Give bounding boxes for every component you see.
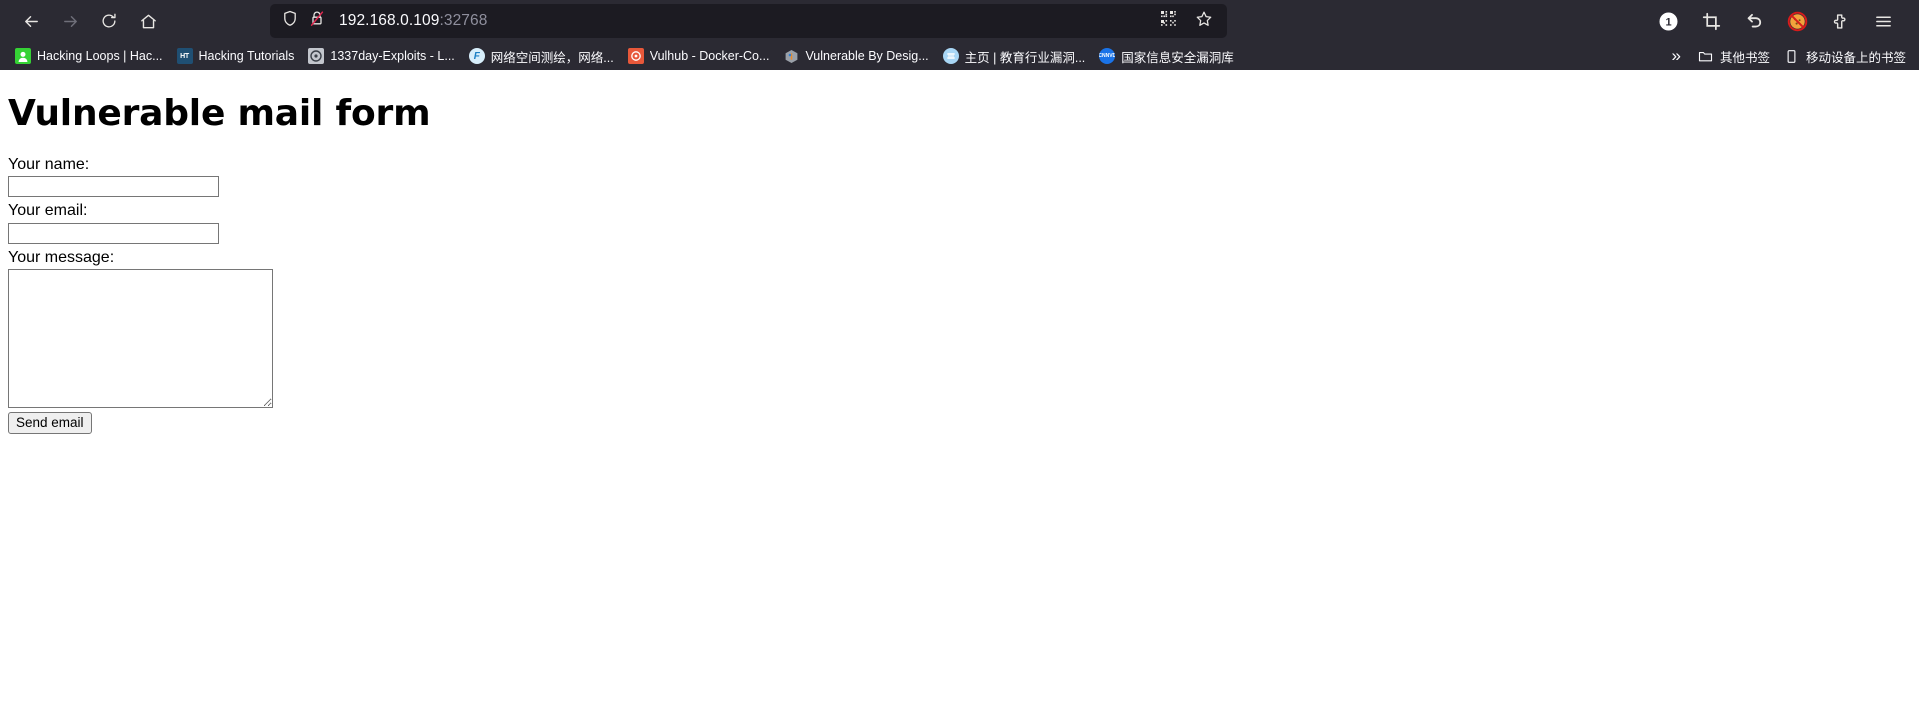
vulhub-favicon-icon: [627, 48, 644, 64]
extensions-button[interactable]: [1823, 4, 1857, 38]
account-badge-button[interactable]: 1: [1651, 4, 1685, 38]
star-icon: [1195, 10, 1213, 33]
bookmark-folder-mobile[interactable]: 移动设备上的书签: [1777, 44, 1913, 69]
url-text[interactable]: 192.168.0.109:32768: [339, 12, 1153, 30]
reload-icon: [100, 12, 118, 30]
page-content: Vulnerable mail form Your name: Your ema…: [0, 70, 1919, 722]
bookmarks-bar: Hacking Loops | Hac... HT Hacking Tutori…: [0, 42, 1919, 70]
bookmark-star-button[interactable]: [1189, 6, 1219, 36]
qr-code-icon: [1160, 10, 1177, 32]
mail-form: Your name: Your email: Your message: Sen…: [8, 156, 1911, 435]
hacking-loops-favicon-icon: [15, 48, 31, 64]
extensions-puzzle-icon: [1831, 12, 1850, 31]
message-label: Your message:: [8, 248, 115, 266]
edu-vuln-favicon-icon: [942, 48, 959, 64]
navigation-toolbar: 192.168.0.109:32768 1: [0, 0, 1919, 42]
hamburger-menu-icon: [1874, 12, 1893, 31]
home-icon: [139, 12, 158, 31]
bookmark-label: 国家信息安全漏洞库: [1121, 50, 1234, 65]
back-arrow-icon: [22, 12, 41, 31]
url-bar[interactable]: 192.168.0.109:32768: [270, 4, 1227, 38]
forward-arrow-icon: [61, 12, 80, 31]
toolbar-right-icons: 1: [1651, 4, 1905, 38]
bookmark-1337day[interactable]: 1337day-Exploits - L...: [301, 45, 461, 67]
cnnvd-favicon-icon: CNNVD: [1099, 48, 1116, 64]
bookmark-label: Vulnerable By Desig...: [805, 49, 929, 63]
no-cookie-icon: [1787, 11, 1808, 32]
name-input[interactable]: [8, 176, 219, 198]
bookmark-label: Hacking Tutorials: [198, 49, 295, 63]
undo-arrow-icon: [1745, 12, 1764, 31]
back-button[interactable]: [14, 4, 48, 38]
bookmark-cnnvd[interactable]: CNNVD 国家信息安全漏洞库: [1092, 44, 1241, 69]
insecure-lock-icon[interactable]: [309, 10, 325, 32]
shield-icon[interactable]: [282, 10, 298, 32]
reload-button[interactable]: [92, 4, 126, 38]
bookmark-hacking-loops[interactable]: Hacking Loops | Hac...: [8, 45, 170, 67]
urlbar-identity-box[interactable]: [282, 10, 325, 32]
urlbar-actions: [1153, 6, 1219, 36]
bookmark-label: 网络空间测绘，网络...: [490, 50, 614, 65]
bookmarks-overflow-button[interactable]: »: [1662, 46, 1691, 66]
bookmark-label: 移动设备上的书签: [1805, 50, 1906, 65]
crop-icon: [1702, 12, 1721, 31]
mobile-icon: [1784, 48, 1800, 64]
bookmark-folder-other[interactable]: 其他书签: [1691, 44, 1777, 69]
screenshot-button[interactable]: [1694, 4, 1728, 38]
send-email-button[interactable]: Send email: [8, 412, 92, 435]
home-button[interactable]: [131, 4, 165, 38]
undo-button[interactable]: [1737, 4, 1771, 38]
bookmark-label: 1337day-Exploits - L...: [330, 49, 455, 63]
name-label: Your name:: [8, 156, 90, 173]
message-textarea[interactable]: [8, 269, 273, 409]
bookmark-label: 其他书签: [1719, 50, 1770, 65]
email-label: Your email:: [8, 202, 88, 220]
bookmark-vulhub[interactable]: Vulhub - Docker-Co...: [621, 45, 777, 67]
bookmark-hacking-tutorials[interactable]: HT Hacking Tutorials: [170, 45, 302, 67]
browser-chrome: 192.168.0.109:32768 1 Hacking Loops | Ha…: [0, 0, 1919, 70]
email-input[interactable]: [8, 222, 219, 244]
app-menu-button[interactable]: [1866, 4, 1900, 38]
forward-button[interactable]: [53, 4, 87, 38]
1337day-favicon-icon: [308, 48, 325, 64]
no-cookie-button[interactable]: [1780, 4, 1814, 38]
hacking-tutorials-favicon-icon: HT: [176, 48, 193, 64]
bookmark-label: Hacking Loops | Hac...: [37, 49, 163, 63]
folder-icon: [1698, 48, 1714, 64]
bookmark-label: Vulhub - Docker-Co...: [649, 49, 770, 63]
vulnhub-favicon-icon: [783, 48, 799, 64]
account-badge-icon: 1: [1658, 11, 1679, 32]
bookmark-label: 主页 | 教育行业漏洞...: [964, 50, 1086, 65]
bookmark-edu-vuln[interactable]: 主页 | 教育行业漏洞...: [936, 44, 1093, 69]
url-port: :32768: [439, 12, 488, 29]
bookmark-vulnhub[interactable]: Vulnerable By Desig...: [776, 45, 935, 67]
page-title: Vulnerable mail form: [8, 93, 431, 134]
account-badge-count: 1: [1665, 16, 1671, 28]
qr-code-button[interactable]: [1153, 6, 1183, 36]
url-host: 192.168.0.109: [339, 12, 440, 29]
bookmark-fofa[interactable]: F 网络空间测绘，网络...: [462, 44, 621, 69]
fofa-favicon-icon: F: [468, 48, 485, 64]
